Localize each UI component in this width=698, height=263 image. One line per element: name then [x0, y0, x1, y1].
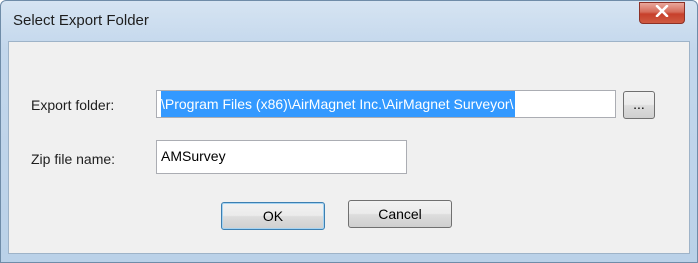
zip-file-name-label: Zip file name: [31, 151, 116, 167]
export-folder-input[interactable]: \Program Files (x86)\AirMagnet Inc.\AirM… [156, 90, 616, 118]
zip-file-name-input[interactable]: AMSurvey [156, 140, 407, 174]
title-bar[interactable]: Select Export Folder [1, 1, 697, 41]
cancel-button[interactable]: Cancel [348, 200, 452, 228]
browse-button[interactable]: ... [623, 91, 655, 119]
export-folder-label: Export folder: [31, 97, 115, 113]
close-button[interactable] [639, 2, 685, 24]
dialog-client-area: Export folder: \Program Files (x86)\AirM… [8, 41, 690, 254]
ok-button[interactable]: OK [221, 202, 325, 230]
window-title: Select Export Folder [13, 12, 149, 29]
export-folder-value: \Program Files (x86)\AirMagnet Inc.\AirM… [161, 91, 516, 117]
dialog-window: Select Export Folder Export folder: \Pro… [0, 0, 698, 263]
close-icon [655, 4, 669, 22]
